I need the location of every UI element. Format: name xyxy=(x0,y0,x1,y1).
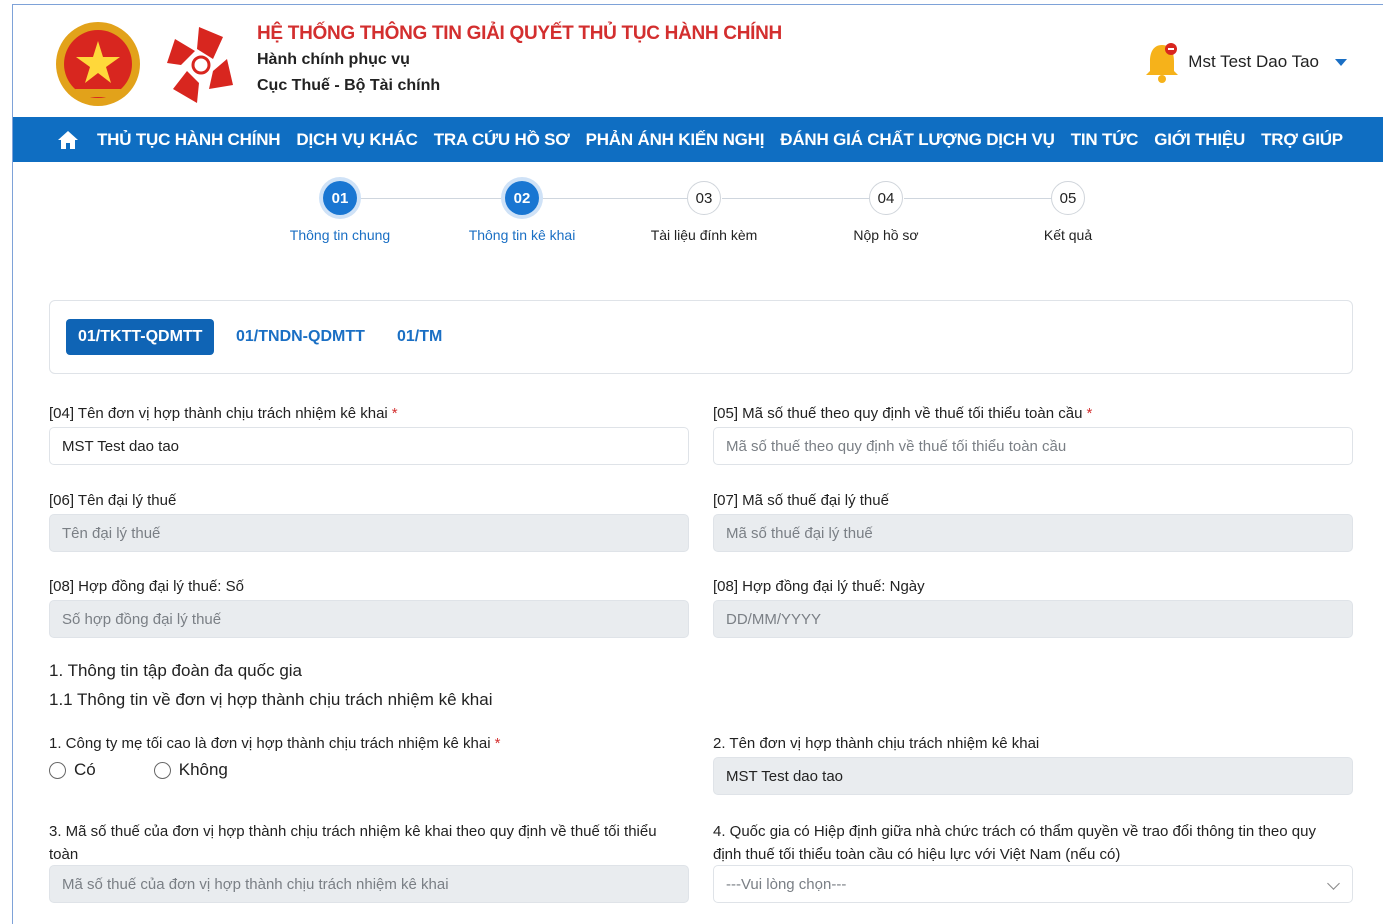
step-5[interactable]: 05 Kết quả xyxy=(978,178,1158,243)
step-number: 03 xyxy=(687,181,721,215)
responsible-unit-tax-id-input[interactable]: Mã số thuế của đơn vị hợp thành chịu trá… xyxy=(49,865,689,903)
home-icon[interactable] xyxy=(57,129,79,151)
q1-label: 1. Công ty mẹ tối cao là đơn vị hợp thàn… xyxy=(49,735,500,752)
nav-item-gioi-thieu[interactable]: GIỚI THIỆU xyxy=(1154,130,1245,150)
required-mark: * xyxy=(1086,405,1093,422)
label-text: [05] Mã số thuế theo quy định về thuế tố… xyxy=(713,405,1083,422)
progress-stepper: 01 Thông tin chung 02 Thông tin kê khai … xyxy=(250,178,1160,248)
step-number: 02 xyxy=(505,181,539,215)
section-title-1-1: 1.1 Thông tin về đơn vị hợp thành chịu t… xyxy=(49,690,493,709)
responsible-unit-name-input[interactable]: MST Test dao tao xyxy=(713,757,1353,795)
contract-number-input[interactable]: Số hợp đồng đại lý thuế xyxy=(49,600,689,638)
user-name[interactable]: Mst Test Dao Tao xyxy=(1188,52,1319,72)
required-mark: * xyxy=(391,405,398,422)
step-label: Thông tin kê khai xyxy=(468,227,576,243)
radio-label: Không xyxy=(178,760,228,779)
tab-tndn-qdmtt[interactable]: 01/TNDN-QDMTT xyxy=(224,319,377,355)
nav-item-dich-vu[interactable]: DỊCH VỤ KHÁC xyxy=(296,130,418,150)
step-label: Nộp hồ sơ xyxy=(853,227,919,243)
main-nav: THỦ TỤC HÀNH CHÍNH DỊCH VỤ KHÁC TRA CỨU … xyxy=(13,117,1383,162)
required-mark: * xyxy=(494,735,501,752)
step-label: Kết quả xyxy=(1043,227,1093,243)
label-text: 3. Mã số thuế của đơn vị hợp thành chịu … xyxy=(49,823,657,840)
nav-item-tin-tuc[interactable]: TIN TỨC xyxy=(1071,130,1139,150)
country-select[interactable]: ---Vui lòng chọn--- xyxy=(713,865,1353,903)
step-2[interactable]: 02 Thông tin kê khai xyxy=(432,178,612,243)
nav-item-tra-cuu[interactable]: TRA CỨU HỒ SƠ xyxy=(434,130,570,150)
radio-no[interactable]: Không xyxy=(153,760,228,780)
step-3[interactable]: 03 Tài liệu đính kèm xyxy=(614,178,794,243)
step-4[interactable]: 04 Nộp hồ sơ xyxy=(796,178,976,243)
unit-name-input[interactable]: MST Test dao tao xyxy=(49,427,689,465)
tax-agent-name-input[interactable]: Tên đại lý thuế xyxy=(49,514,689,552)
chevron-down-icon[interactable] xyxy=(1335,58,1347,66)
nav-item-thu-tuc[interactable]: THỦ TỤC HÀNH CHÍNH xyxy=(97,130,281,150)
nav-item-danh-gia[interactable]: ĐÁNH GIÁ CHẤT LƯỢNG DỊCH VỤ xyxy=(780,130,1055,150)
form-tabs: 01/TKTT-QDMTT 01/TNDN-QDMTT 01/TM xyxy=(49,300,1353,374)
section-title-1: 1. Thông tin tập đoàn đa quốc gia xyxy=(49,661,302,680)
field-06-label: [06] Tên đại lý thuế xyxy=(49,492,177,509)
tab-tm[interactable]: 01/TM xyxy=(385,319,454,355)
field-04-label: [04] Tên đơn vị hợp thành chịu trách nhi… xyxy=(49,405,398,422)
step-1[interactable]: 01 Thông tin chung xyxy=(250,178,430,243)
radio-circle[interactable] xyxy=(153,761,171,779)
user-menu[interactable]: Mst Test Dao Tao xyxy=(1144,41,1347,83)
field-05-label: [05] Mã số thuế theo quy định về thuế tố… xyxy=(713,405,1092,422)
q2-label: 2. Tên đơn vị hợp thành chịu trách nhiệm… xyxy=(713,735,1040,752)
label-text: [04] Tên đơn vị hợp thành chịu trách nhi… xyxy=(49,405,388,422)
bell-icon[interactable] xyxy=(1144,41,1180,83)
step-number: 04 xyxy=(869,181,903,215)
label-text: 1. Công ty mẹ tối cao là đơn vị hợp thàn… xyxy=(49,735,491,752)
national-emblem-icon xyxy=(56,22,140,106)
field-07-label: [07] Mã số thuế đại lý thuế xyxy=(713,492,889,509)
step-number: 01 xyxy=(323,181,357,215)
tax-logo-icon xyxy=(167,27,233,103)
nav-item-phan-anh[interactable]: PHẢN ÁNH KIẾN NGHỊ xyxy=(586,130,765,150)
chevron-down-icon[interactable] xyxy=(1327,877,1340,890)
step-label: Thông tin chung xyxy=(289,227,391,243)
q3-label: 3. Mã số thuế của đơn vị hợp thành chịu … xyxy=(49,820,689,866)
contract-date-input[interactable]: DD/MM/YYYY xyxy=(713,600,1353,638)
step-number: 05 xyxy=(1051,181,1085,215)
global-tax-id-input[interactable]: Mã số thuế theo quy định về thuế tối thi… xyxy=(713,427,1353,465)
step-label: Tài liệu đính kèm xyxy=(650,227,758,243)
radio-label: Có xyxy=(74,760,96,779)
select-placeholder: ---Vui lòng chọn--- xyxy=(726,875,847,893)
system-title: HỆ THỐNG THÔNG TIN GIẢI QUYẾT THỦ TỤC HÀ… xyxy=(257,23,782,44)
field-08b-label: [08] Hợp đồng đại lý thuế: Ngày xyxy=(713,578,925,595)
label-text: định thuế tối thiểu toàn cầu có hiệu lực… xyxy=(713,846,1121,863)
site-header: HỆ THỐNG THÔNG TIN GIẢI QUYẾT THỦ TỤC HÀ… xyxy=(13,5,1383,117)
radio-yes[interactable]: Có xyxy=(49,760,96,780)
tab-tktt-qdmtt[interactable]: 01/TKTT-QDMTT xyxy=(66,319,215,355)
nav-item-tro-giup[interactable]: TRỢ GIÚP xyxy=(1261,130,1343,150)
label-text: 4. Quốc gia có Hiệp định giữa nhà chức t… xyxy=(713,823,1316,840)
tax-agent-id-input[interactable]: Mã số thuế đại lý thuế xyxy=(713,514,1353,552)
label-text: toàn xyxy=(49,846,79,863)
field-08a-label: [08] Hợp đồng đại lý thuế: Số xyxy=(49,578,244,595)
q4-label: 4. Quốc gia có Hiệp định giữa nhà chức t… xyxy=(713,820,1353,866)
q1-radio-group: Có Không xyxy=(49,760,286,780)
agency-name: Cục Thuế - Bộ Tài chính xyxy=(257,77,441,94)
radio-circle[interactable] xyxy=(49,761,66,779)
system-subtitle: Hành chính phục vụ xyxy=(257,51,410,68)
